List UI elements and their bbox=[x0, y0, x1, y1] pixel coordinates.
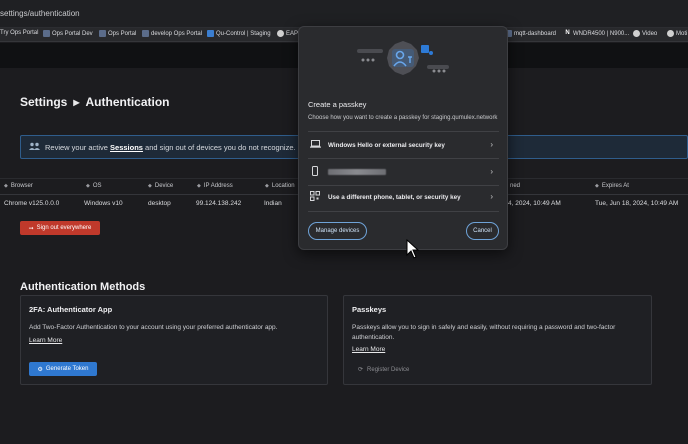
blurred-device-name bbox=[328, 169, 386, 175]
generate-token-button[interactable]: ⚙ Generate Token bbox=[29, 362, 97, 376]
phone-icon bbox=[308, 166, 322, 178]
bookmark-wndr4500[interactable]: N WNDR4500 | N900... bbox=[564, 30, 629, 37]
sign-out-everywhere-button[interactable]: ➞ Sign out everywhere bbox=[20, 221, 100, 235]
card-title: Passkeys bbox=[352, 305, 387, 314]
divider bbox=[308, 131, 499, 132]
divider bbox=[308, 158, 499, 159]
card-description: Passkeys allow you to sign in safely and… bbox=[352, 324, 616, 341]
cell-location: Indian bbox=[264, 200, 282, 207]
option-windows-hello[interactable]: Windows Hello or external security key › bbox=[308, 133, 499, 157]
gear-icon: ⚙ bbox=[37, 366, 43, 373]
cell-expires: Tue, Jun 18, 2024, 10:49 AM bbox=[595, 200, 679, 207]
bookmark-ops-portal[interactable]: Ops Portal bbox=[99, 30, 136, 37]
authenticator-card: 2FA: Authenticator App Add Two-Factor Au… bbox=[20, 295, 328, 385]
cell-browser: Chrome v125.0.0.0 bbox=[4, 200, 60, 207]
learn-more-link[interactable]: Learn More bbox=[29, 337, 62, 344]
chevron-right-icon: › bbox=[490, 167, 493, 176]
laptop-icon bbox=[308, 140, 322, 150]
passkeys-card: Passkeys Passkeys allow you to sign in s… bbox=[343, 295, 652, 385]
portal-icon bbox=[142, 30, 149, 37]
chevron-right-icon: › bbox=[490, 140, 493, 149]
breadcrumb: Settings ▶ Authentication bbox=[20, 95, 170, 109]
bookmark-eap[interactable]: EAP bbox=[277, 30, 298, 37]
divider bbox=[308, 211, 499, 212]
column-header[interactable]: ◆ Device bbox=[148, 183, 173, 189]
manage-devices-button[interactable]: Manage devices bbox=[308, 222, 367, 240]
option-phone[interactable]: › bbox=[308, 160, 499, 184]
sort-icon: ◆ bbox=[86, 183, 90, 189]
netgear-icon: N bbox=[565, 30, 570, 36]
mouse-cursor-icon bbox=[406, 238, 420, 259]
create-passkey-dialog: Create a passkey Choose how you want to … bbox=[298, 26, 508, 250]
chevron-right-icon: ▶ bbox=[73, 97, 80, 107]
sort-icon: ◆ bbox=[148, 183, 152, 189]
breadcrumb-settings[interactable]: Settings bbox=[20, 95, 67, 109]
chevron-right-icon: › bbox=[490, 192, 493, 201]
sort-icon: ◆ bbox=[4, 183, 8, 189]
bookmark-develop-ops-portal[interactable]: develop Ops Portal bbox=[142, 30, 202, 37]
column-header[interactable]: ned bbox=[510, 183, 520, 189]
bookmark-moti[interactable]: Moti bbox=[667, 30, 687, 37]
column-header[interactable]: ◆ OS bbox=[86, 183, 102, 189]
bookmark-try-ops-portal[interactable]: Try Ops Portal bbox=[0, 30, 38, 36]
bookmark-video[interactable]: Video bbox=[633, 30, 657, 37]
cell-signed-in: 4, 2024, 10:49 AM bbox=[508, 200, 561, 207]
sessions-link[interactable]: Sessions bbox=[110, 143, 143, 152]
cancel-button[interactable]: Cancel bbox=[466, 222, 499, 240]
column-header[interactable]: ◆ Browser bbox=[4, 183, 33, 189]
column-header[interactable]: ◆ Expires At bbox=[595, 183, 629, 189]
sort-icon: ◆ bbox=[595, 183, 599, 189]
column-header[interactable]: ◆ Location bbox=[265, 183, 295, 189]
sign-out-icon: ➞ bbox=[28, 225, 34, 232]
bookmark-ops-portal-dev[interactable]: Ops Portal Dev bbox=[43, 30, 93, 37]
page-title: Authentication bbox=[85, 95, 170, 109]
address-bar[interactable]: settings/authentication bbox=[0, 0, 688, 28]
cell-os: Windows v10 bbox=[84, 200, 123, 207]
github-icon bbox=[277, 30, 284, 37]
card-title: 2FA: Authenticator App bbox=[29, 305, 113, 314]
qr-code-icon bbox=[308, 191, 322, 203]
users-icon bbox=[29, 142, 40, 152]
portal-icon bbox=[43, 30, 50, 37]
register-device-button[interactable]: ⟳ Register Device bbox=[358, 366, 409, 374]
card-description: Add Two-Factor Authentication to your ac… bbox=[29, 324, 278, 331]
column-header[interactable]: ◆ IP Address bbox=[197, 183, 233, 189]
spinner-icon: ⟳ bbox=[358, 367, 364, 373]
globe-icon bbox=[667, 30, 674, 37]
sort-icon: ◆ bbox=[265, 183, 269, 189]
portal-icon bbox=[99, 30, 106, 37]
cell-device: desktop bbox=[148, 200, 171, 207]
learn-more-link[interactable]: Learn More bbox=[352, 346, 385, 353]
sort-icon: ◆ bbox=[197, 183, 201, 189]
bookmark-qu-control-staging[interactable]: Qu-Control | Staging bbox=[207, 30, 271, 37]
dialog-subtitle: Choose how you want to create a passkey … bbox=[308, 115, 498, 121]
option-different-device[interactable]: Use a different phone, tablet, or securi… bbox=[308, 185, 499, 209]
dialog-title: Create a passkey bbox=[308, 100, 367, 109]
cell-ip: 99.124.138.242 bbox=[196, 200, 242, 207]
qu-icon bbox=[207, 30, 214, 37]
globe-icon bbox=[633, 30, 640, 37]
auth-methods-title: Authentication Methods bbox=[20, 281, 146, 293]
passkey-illustration bbox=[299, 27, 507, 89]
url-text[interactable]: settings/authentication bbox=[0, 9, 80, 18]
bookmark-mqtt-dashboard[interactable]: mqtt-dashboard bbox=[505, 30, 556, 37]
